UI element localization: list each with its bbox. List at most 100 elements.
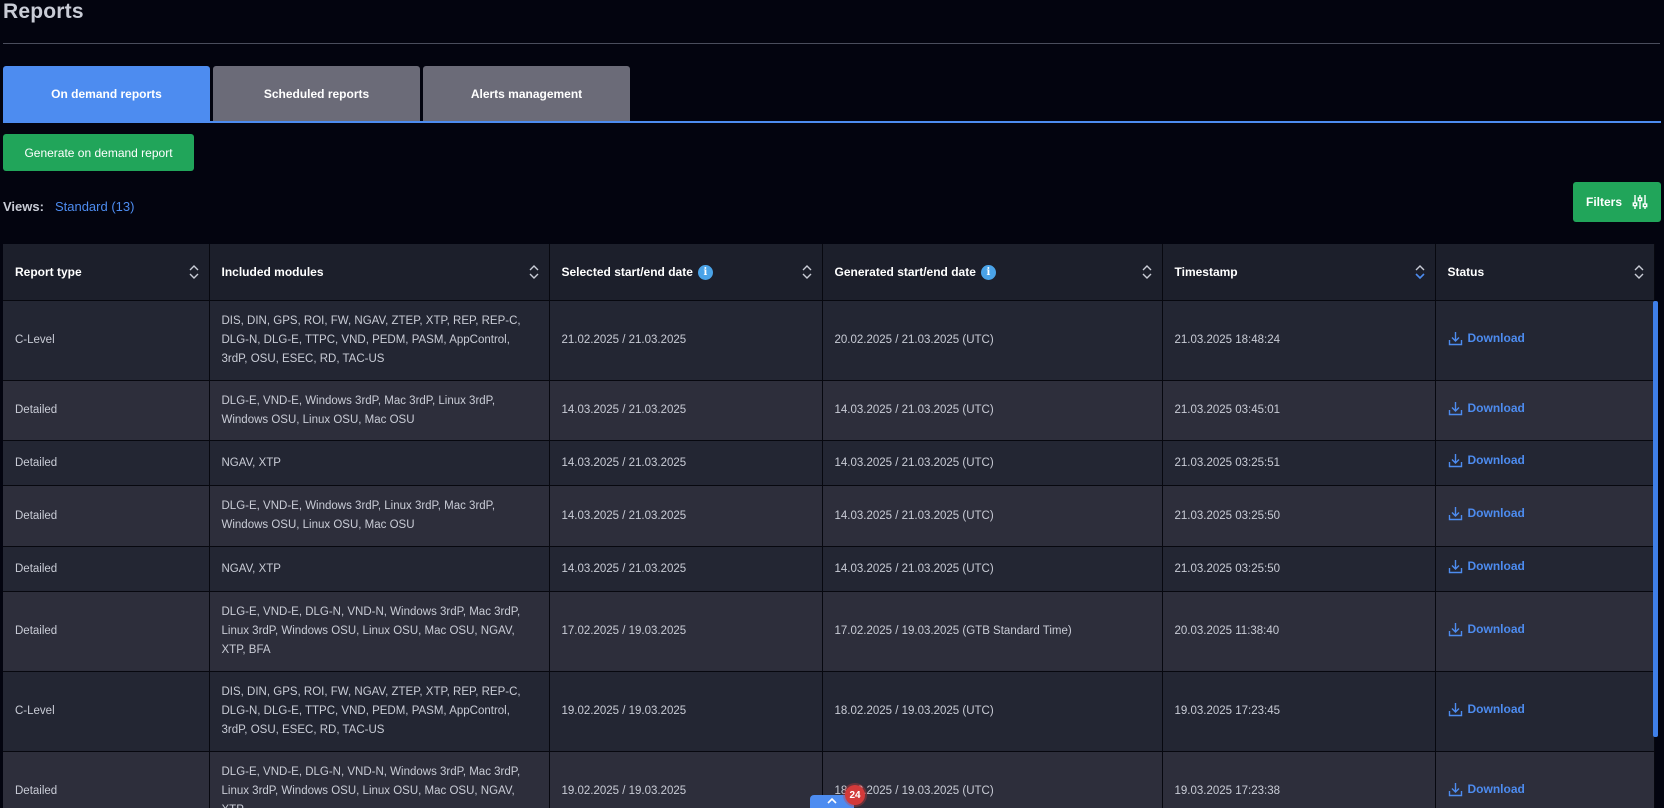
table-row: Detailed DLG-E, VND-E, Windows 3rdP, Lin… — [3, 485, 1655, 547]
cell-status: Download — [1435, 546, 1655, 592]
tab-scheduled-reports[interactable]: Scheduled reports — [213, 66, 420, 121]
cell-selected-dates: 14.03.2025 / 21.03.2025 — [549, 380, 823, 441]
cell-generated-dates: 18.02.2025 / 19.03.2025 (UTC) — [822, 751, 1163, 808]
cell-selected-dates: 21.02.2025 / 21.03.2025 — [549, 300, 823, 381]
views-dropdown[interactable]: Standard (13) — [55, 199, 135, 214]
cell-timestamp: 21.03.2025 03:45:01 — [1162, 380, 1436, 441]
download-label: Download — [1467, 400, 1525, 415]
cell-timestamp: 21.03.2025 03:25:50 — [1162, 485, 1436, 547]
sort-icon[interactable] — [802, 264, 812, 280]
download-link[interactable]: Download — [1448, 620, 1525, 639]
tab-on-demand-reports[interactable]: On demand reports — [3, 66, 210, 121]
cell-status: Download — [1435, 440, 1655, 486]
views-label: Views: — [3, 199, 44, 214]
column-label: Timestamp — [1174, 265, 1238, 279]
cell-status: Download — [1435, 591, 1655, 672]
download-label: Download — [1467, 559, 1525, 573]
chevron-up-icon — [827, 797, 837, 804]
filters-button[interactable]: Filters — [1573, 182, 1661, 222]
column-header-selected-dates[interactable]: Selected start/end date i — [549, 244, 823, 301]
tab-alerts-management[interactable]: Alerts management — [423, 66, 630, 121]
cell-status: Download — [1435, 671, 1655, 752]
cell-selected-dates: 14.03.2025 / 21.03.2025 — [549, 546, 823, 592]
cell-modules: DLG-E, VND-E, Windows 3rdP, Linux 3rdP, … — [209, 485, 550, 547]
column-header-report-type[interactable]: Report type — [3, 244, 210, 301]
cell-generated-dates: 17.02.2025 / 19.03.2025 (GTB Standard Ti… — [822, 591, 1163, 672]
cell-modules: NGAV, XTP — [209, 440, 550, 486]
cell-status: Download — [1435, 300, 1655, 381]
cell-generated-dates: 14.03.2025 / 21.03.2025 (UTC) — [822, 440, 1163, 486]
download-link[interactable]: Download — [1448, 451, 1525, 470]
report-tabs: On demand reports Scheduled reports Aler… — [3, 66, 633, 122]
download-icon — [1448, 331, 1462, 345]
table-row: Detailed NGAV, XTP 14.03.2025 / 21.03.20… — [3, 546, 1655, 592]
download-icon — [1448, 401, 1462, 415]
cell-generated-dates: 20.02.2025 / 21.03.2025 (UTC) — [822, 300, 1163, 381]
cell-generated-dates: 14.03.2025 / 21.03.2025 (UTC) — [822, 380, 1163, 441]
cell-selected-dates: 14.03.2025 / 21.03.2025 — [549, 440, 823, 486]
sort-icon[interactable] — [1142, 264, 1152, 280]
cell-modules: DIS, DIN, GPS, ROI, FW, NGAV, ZTEP, XTP,… — [209, 671, 550, 752]
download-label: Download — [1467, 506, 1525, 520]
column-label: Selected start/end date — [561, 265, 693, 279]
cell-generated-dates: 14.03.2025 / 21.03.2025 (UTC) — [822, 485, 1163, 547]
download-label: Download — [1467, 701, 1525, 716]
download-label: Download — [1467, 453, 1525, 467]
cell-report-type: Detailed — [3, 751, 210, 808]
sort-icon[interactable] — [1634, 264, 1644, 280]
download-icon — [1448, 454, 1462, 468]
cell-status: Download — [1435, 751, 1655, 808]
sort-icon[interactable] — [529, 264, 539, 280]
reports-table: Report type Included modules Selected st… — [3, 244, 1655, 808]
download-icon — [1448, 507, 1462, 521]
notification-badge[interactable]: 24 — [845, 785, 865, 805]
column-label: Generated start/end date — [834, 265, 976, 279]
cell-timestamp: 21.03.2025 03:25:50 — [1162, 546, 1436, 592]
column-header-status[interactable]: Status — [1435, 244, 1655, 301]
column-label: Report type — [15, 265, 82, 279]
download-label: Download — [1467, 621, 1525, 636]
cell-report-type: Detailed — [3, 591, 210, 672]
reports-table-container: Report type Included modules Selected st… — [3, 244, 1661, 808]
download-link[interactable]: Download — [1448, 399, 1525, 418]
column-label: Status — [1447, 265, 1485, 279]
page-title: Reports — [3, 0, 84, 23]
title-divider — [3, 43, 1660, 44]
reports-page: Reports On demand reports Scheduled repo… — [0, 0, 1664, 808]
download-link[interactable]: Download — [1448, 780, 1525, 799]
download-label: Download — [1467, 781, 1525, 796]
table-row: Detailed NGAV, XTP 14.03.2025 / 21.03.20… — [3, 440, 1655, 486]
cell-timestamp: 21.03.2025 18:48:24 — [1162, 300, 1436, 381]
cell-timestamp: 20.03.2025 11:38:40 — [1162, 591, 1436, 672]
sliders-icon — [1632, 195, 1648, 209]
cell-modules: DLG-E, VND-E, Windows 3rdP, Mac 3rdP, Li… — [209, 380, 550, 441]
generate-report-button[interactable]: Generate on demand report — [3, 134, 194, 171]
download-link[interactable]: Download — [1448, 504, 1525, 523]
cell-modules: DIS, DIN, GPS, ROI, FW, NGAV, ZTEP, XTP,… — [209, 300, 550, 381]
info-icon[interactable]: i — [697, 264, 713, 280]
column-header-timestamp[interactable]: Timestamp — [1162, 244, 1436, 301]
download-link[interactable]: Download — [1448, 557, 1525, 576]
table-row: Detailed DLG-E, VND-E, DLG-N, VND-N, Win… — [3, 591, 1655, 672]
cell-selected-dates: 14.03.2025 / 21.03.2025 — [549, 485, 823, 547]
download-link[interactable]: Download — [1448, 700, 1525, 719]
tab-underline — [3, 121, 1661, 123]
cell-status: Download — [1435, 485, 1655, 547]
cell-timestamp: 19.03.2025 17:23:38 — [1162, 751, 1436, 808]
download-icon — [1448, 560, 1462, 574]
column-header-included-modules[interactable]: Included modules — [209, 244, 550, 301]
cell-generated-dates: 18.02.2025 / 19.03.2025 (UTC) — [822, 671, 1163, 752]
download-link[interactable]: Download — [1448, 329, 1525, 348]
sort-down-icon[interactable] — [1414, 264, 1425, 280]
table-row: C-Level DIS, DIN, GPS, ROI, FW, NGAV, ZT… — [3, 300, 1655, 381]
sort-icon[interactable] — [189, 264, 199, 280]
table-scrollbar[interactable] — [1653, 301, 1658, 737]
cell-report-type: C-Level — [3, 300, 210, 381]
download-label: Download — [1467, 330, 1525, 345]
cell-modules: DLG-E, VND-E, DLG-N, VND-N, Windows 3rdP… — [209, 751, 550, 808]
views-selector: Views: Standard (13) — [3, 199, 134, 214]
info-icon[interactable]: i — [980, 264, 996, 280]
column-header-generated-dates[interactable]: Generated start/end date i — [822, 244, 1163, 301]
cell-report-type: Detailed — [3, 485, 210, 547]
cell-selected-dates: 19.02.2025 / 19.03.2025 — [549, 751, 823, 808]
